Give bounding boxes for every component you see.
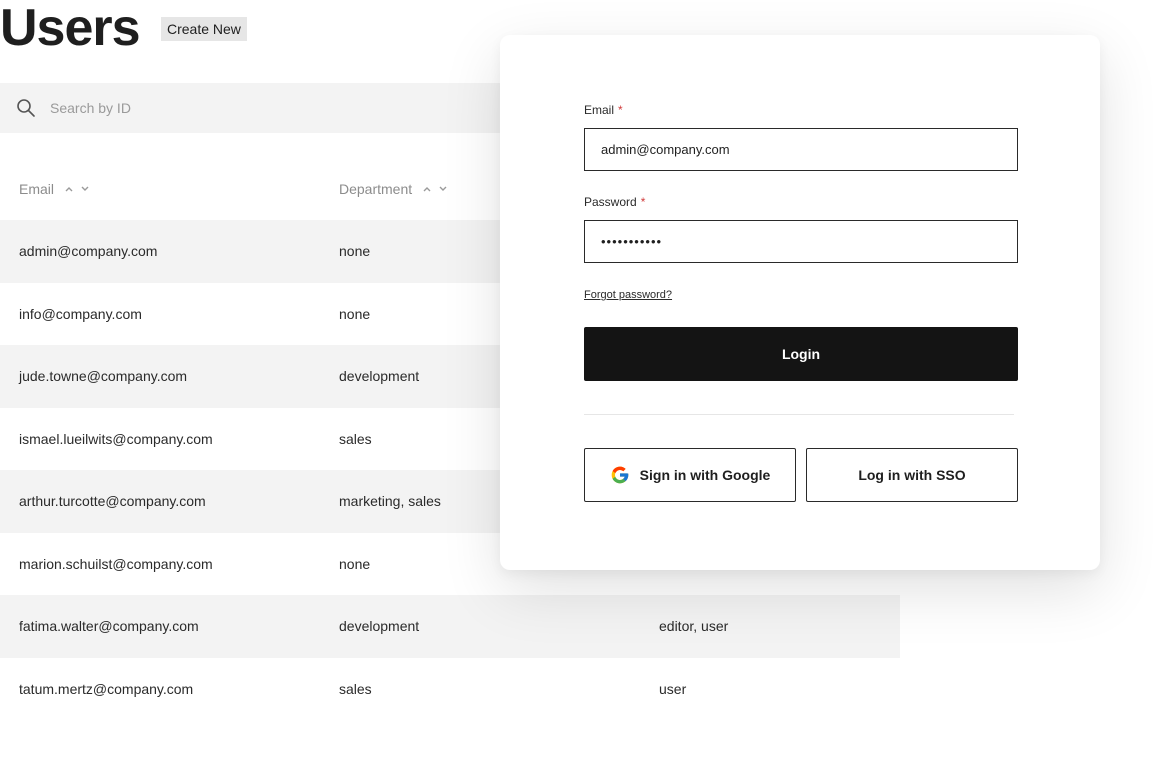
page-title: Users [0, 0, 141, 57]
divider [584, 414, 1014, 415]
cell-roles: editor, user [659, 618, 729, 634]
cell-department: marketing, sales [339, 493, 441, 509]
cell-email: tatum.mertz@company.com [19, 680, 194, 697]
sso-login-button[interactable]: Log in with SSO [806, 448, 1018, 502]
email-label-text: Email [584, 103, 615, 117]
google-icon [611, 466, 629, 484]
cell-department: sales [339, 680, 372, 697]
required-mark: * [640, 195, 646, 209]
cell-email: admin@company.com [19, 243, 158, 259]
cell-email: ismael.lueilwits@company.com [19, 430, 213, 447]
create-new-button[interactable]: Create New [161, 17, 247, 41]
search-input[interactable] [50, 96, 450, 120]
search-icon [17, 99, 35, 117]
cell-email: marion.schuilst@company.com [19, 555, 213, 572]
password-label-text: Password [584, 195, 637, 209]
password-label: Password * [584, 195, 645, 209]
column-header-label: Email [19, 181, 55, 197]
cell-email: jude.towne@company.com [19, 368, 188, 384]
login-modal: Email* Password* Forgot password? Login … [500, 35, 1100, 570]
table-row[interactable]: fatima.walter@company.com development ed… [0, 595, 900, 658]
column-header-label: Department [339, 181, 413, 197]
cell-email: fatima.walter@company.com [19, 618, 199, 634]
required-mark: * [618, 103, 623, 117]
google-button-label: Sign in with Google [639, 467, 771, 483]
cell-roles: user [659, 680, 687, 697]
cell-department: development [339, 368, 420, 384]
google-signin-button[interactable]: Sign in with Google [584, 448, 796, 502]
column-header-email[interactable]: Email [19, 181, 90, 197]
login-button[interactable]: Login [584, 327, 1018, 381]
cell-department: development [339, 618, 420, 634]
sort-controls [422, 184, 448, 194]
sort-ascending-icon[interactable] [64, 184, 74, 194]
sort-controls [64, 184, 90, 194]
cell-email: info@company.com [19, 305, 142, 322]
cell-email: arthur.turcotte@company.com [19, 493, 206, 509]
sort-descending-icon[interactable] [80, 184, 90, 194]
cell-department: none [339, 555, 371, 572]
sort-descending-icon[interactable] [438, 184, 448, 194]
password-field[interactable] [584, 220, 1018, 263]
sort-ascending-icon[interactable] [422, 184, 432, 194]
users-page: Users Create New Email Department [0, 0, 1160, 761]
cell-department: none [339, 243, 371, 259]
cell-department: none [339, 305, 371, 322]
email-label: Email * [584, 103, 623, 117]
table-row[interactable]: tatum.mertz@company.com sales user [0, 658, 900, 721]
forgot-password-link[interactable]: Forgot password? [584, 289, 672, 301]
cell-department: sales [339, 430, 372, 447]
email-field[interactable] [584, 128, 1018, 171]
column-header-department[interactable]: Department [339, 181, 448, 197]
